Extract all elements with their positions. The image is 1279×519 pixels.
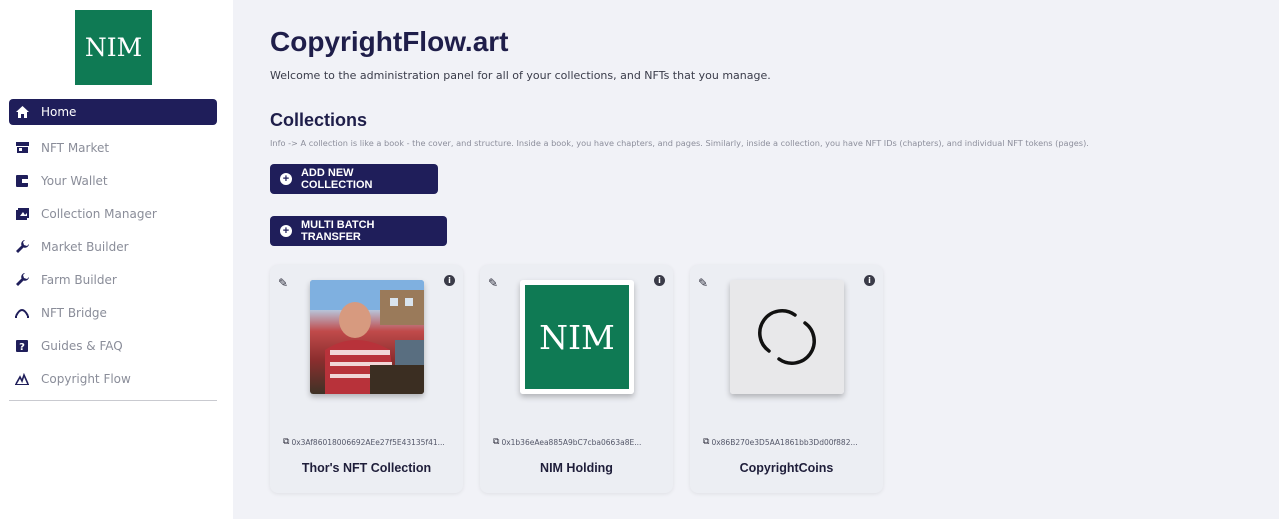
home-icon <box>12 105 32 119</box>
plus-circle-icon: + <box>280 173 292 185</box>
page-subtitle: Welcome to the administration panel for … <box>270 69 771 82</box>
contract-address-text: 0x3Af86018006692AEe27f5E43135f41... <box>291 437 445 447</box>
copy-icon[interactable]: ⧉ <box>493 437 499 447</box>
sidebar-item-label: Farm Builder <box>41 272 117 287</box>
sidebar-item-collection-manager[interactable]: Collection Manager <box>9 197 217 230</box>
sidebar-item-home[interactable]: Home <box>9 99 217 125</box>
help-icon: ? <box>12 339 32 353</box>
collection-name: Thor's NFT Collection <box>301 461 432 475</box>
nim-logo-image: NIM <box>520 280 634 394</box>
sidebar-item-label: Your Wallet <box>41 173 108 188</box>
collections-heading: Collections <box>270 110 368 130</box>
collection-card[interactable]: ✎ i NIM ⧉ 0x1b36eAea885A9bC7cba0663a8E..… <box>480 265 673 493</box>
sidebar-item-label: Home <box>41 105 77 119</box>
collection-name: CopyrightCoins <box>739 461 834 475</box>
wrench-icon <box>12 240 32 254</box>
contract-address[interactable]: ⧉ 0x1b36eAea885A9bC7cba0663a8E... <box>493 437 641 447</box>
multi-batch-transfer-label: MULTI BATCH TRANSFER <box>300 219 375 243</box>
sidebar-item-label: NFT Bridge <box>41 305 107 320</box>
copyrightflow-logo-image <box>730 280 844 394</box>
edit-pencil-icon[interactable]: ✎ <box>278 276 288 290</box>
contract-address[interactable]: ⧉ 0x86B270e3D5AA1861bb3Dd00f882... <box>703 437 858 447</box>
sidebar: NIM Home NFT Market Your Wallet Collecti… <box>0 0 233 519</box>
sidebar-item-label: Market Builder <box>41 239 129 254</box>
info-icon[interactable]: i <box>654 275 665 286</box>
collection-image[interactable] <box>730 280 844 394</box>
info-icon[interactable]: i <box>444 275 455 286</box>
sidebar-item-label: Copyright Flow <box>41 371 131 386</box>
sidebar-item-label: Collection Manager <box>41 206 157 221</box>
nim-logo-tile: NIM <box>525 285 629 389</box>
copy-icon[interactable]: ⧉ <box>283 437 289 447</box>
sidebar-divider <box>9 400 217 401</box>
svg-text:?: ? <box>19 342 25 352</box>
collection-name: NIM Holding <box>540 461 613 475</box>
sidebar-item-nft-bridge[interactable]: NFT Bridge <box>9 296 217 329</box>
sidebar-item-copyright-flow[interactable]: Copyright Flow <box>9 362 217 395</box>
main-content: CopyrightFlow.art Welcome to the adminis… <box>233 0 1279 519</box>
page-title: CopyrightFlow.art <box>270 26 509 57</box>
brand-logo[interactable]: NIM <box>75 10 152 85</box>
contract-address-text: 0x1b36eAea885A9bC7cba0663a8E... <box>501 437 642 447</box>
copyright-flow-icon <box>12 372 32 386</box>
sidebar-item-your-wallet[interactable]: Your Wallet <box>9 164 217 197</box>
person-photo-image <box>310 280 424 394</box>
sidebar-item-nft-market[interactable]: NFT Market <box>9 131 217 164</box>
add-new-collection-button[interactable]: + ADD NEW COLLECTION <box>270 164 438 194</box>
collections-info: Info -> A collection is like a book - th… <box>270 138 1089 148</box>
copyrightflow-logo-icon <box>758 309 816 365</box>
collection-image[interactable] <box>310 280 424 394</box>
collection-image[interactable]: NIM <box>520 280 634 394</box>
contract-address[interactable]: ⧉ 0x3Af86018006692AEe27f5E43135f41... <box>283 437 445 447</box>
edit-pencil-icon[interactable]: ✎ <box>698 276 708 290</box>
sidebar-item-guides-faq[interactable]: ? Guides & FAQ <box>9 329 217 362</box>
sidebar-nav: Home NFT Market Your Wallet Collection M… <box>9 99 217 395</box>
bridge-icon <box>12 306 32 320</box>
contract-address-text: 0x86B270e3D5AA1861bb3Dd00f882... <box>711 437 858 447</box>
sidebar-item-label: Guides & FAQ <box>41 338 123 353</box>
multi-batch-transfer-button[interactable]: + MULTI BATCH TRANSFER <box>270 216 447 246</box>
info-icon[interactable]: i <box>864 275 875 286</box>
collections-icon <box>12 207 32 221</box>
sidebar-item-label: NFT Market <box>41 140 110 155</box>
collection-card[interactable]: ✎ i ⧉ 0x86B270e3D5AA1861bb3Dd00f882... C… <box>690 265 883 493</box>
edit-pencil-icon[interactable]: ✎ <box>488 276 498 290</box>
store-icon <box>12 141 32 155</box>
sidebar-item-farm-builder[interactable]: Farm Builder <box>9 263 217 296</box>
wrench-icon <box>12 273 32 287</box>
plus-circle-icon: + <box>280 225 292 237</box>
wallet-icon <box>12 174 32 188</box>
brand-logo-text: NIM <box>84 33 143 62</box>
nim-logo-text: NIM <box>539 317 615 357</box>
sidebar-item-market-builder[interactable]: Market Builder <box>9 230 217 263</box>
collection-card[interactable]: ✎ i ⧉ 0x3Af86018006692AEe27f5E43135f41..… <box>270 265 463 493</box>
copy-icon[interactable]: ⧉ <box>703 437 709 447</box>
add-new-collection-label: ADD NEW COLLECTION <box>300 167 373 191</box>
